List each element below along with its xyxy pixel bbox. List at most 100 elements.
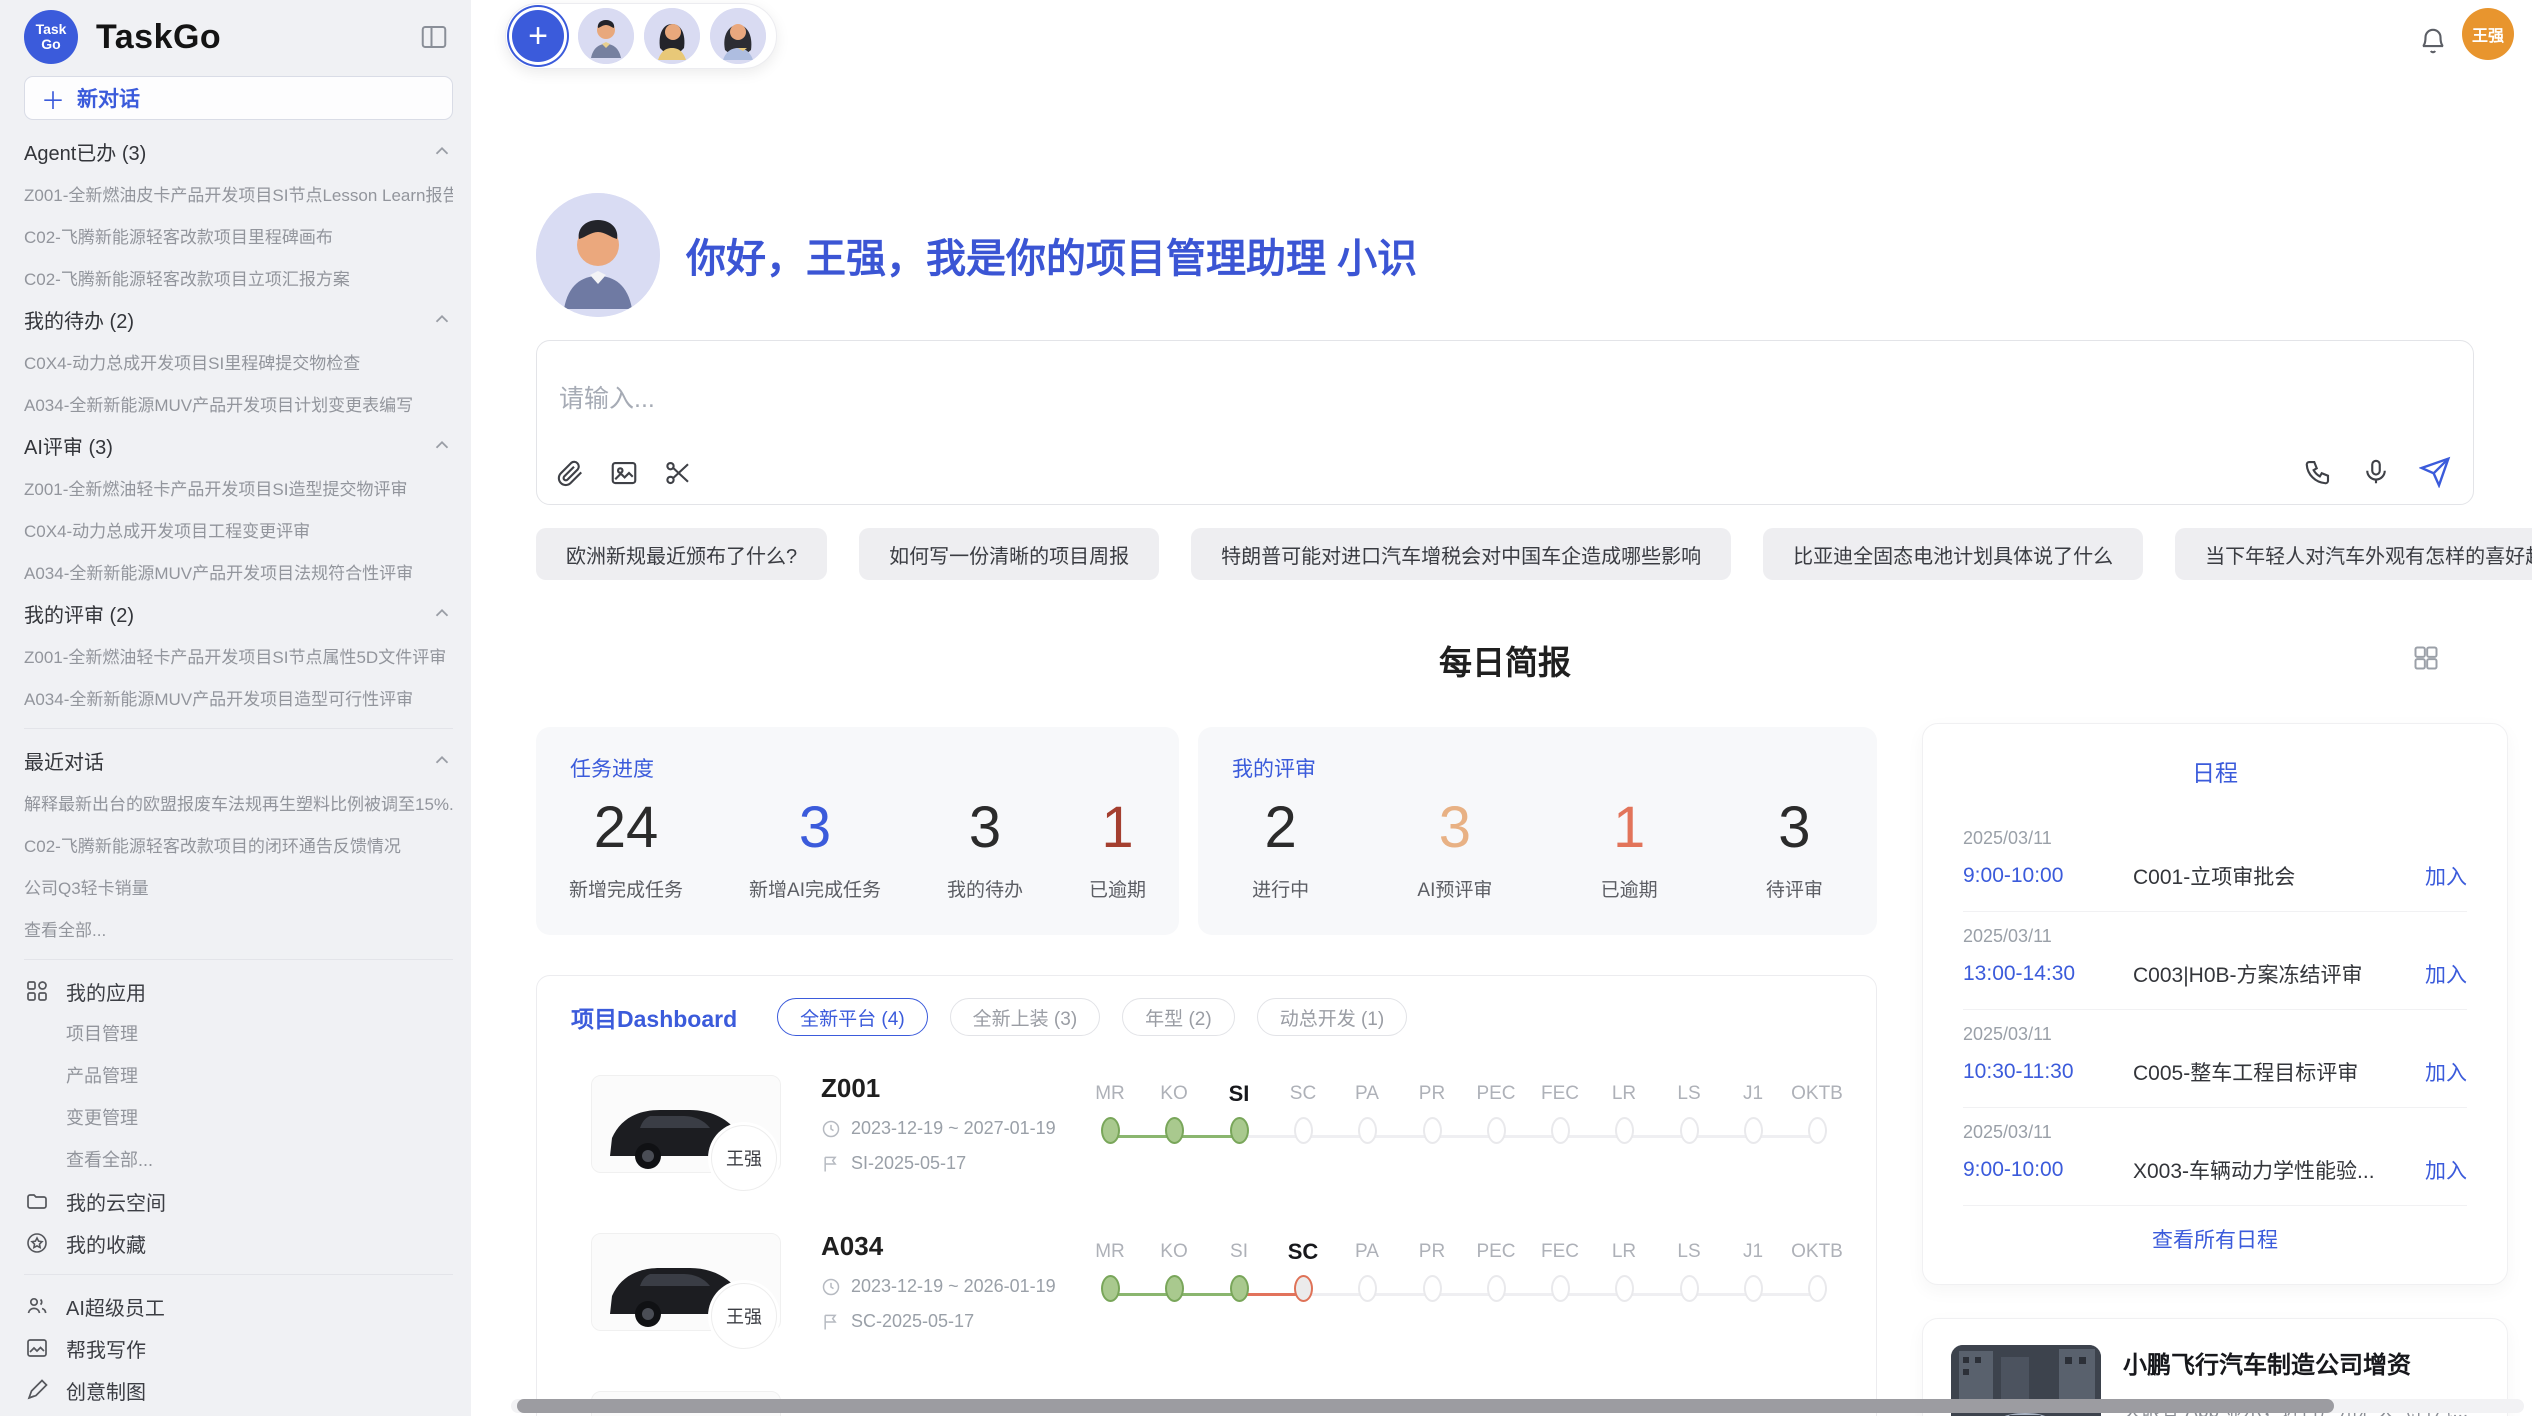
sidebar-item-creative-draw[interactable]: 创意制图 xyxy=(24,1369,453,1411)
list-item[interactable]: A034-全新新能源MUV产品开发项目法规符合性评审 xyxy=(24,550,453,592)
avatar[interactable] xyxy=(710,8,766,64)
sidebar-collapse-icon[interactable] xyxy=(419,22,449,52)
view-all-schedule-link[interactable]: 查看所有日程 xyxy=(1963,1224,2467,1254)
milestone-node[interactable] xyxy=(1294,1117,1313,1144)
flag-icon xyxy=(821,1154,841,1174)
project-row[interactable]: 王强 Z001 2023-12-19 ~ 2027-01-19 SI-2025-… xyxy=(591,1067,1871,1217)
milestone-node[interactable] xyxy=(1680,1117,1699,1144)
project-row[interactable]: 王强 A034 2023-12-19 ~ 2026-01-19 SC-2025-… xyxy=(591,1225,1871,1375)
tab-new-platform[interactable]: 全新平台 (4) xyxy=(777,998,928,1036)
list-item[interactable]: 公司Q3轻卡销量 xyxy=(24,865,453,907)
sidebar-item-ai-staff[interactable]: AI超级员工 xyxy=(24,1285,453,1327)
milestone-node[interactable] xyxy=(1680,1275,1699,1302)
scissors-icon[interactable] xyxy=(663,458,693,488)
sidebar-item-my-apps[interactable]: 我的应用 xyxy=(24,970,453,1012)
tab-model-year[interactable]: 年型 (2) xyxy=(1122,998,1235,1036)
cloud-space-label: 我的云空间 xyxy=(66,1187,166,1216)
milestone-node[interactable] xyxy=(1358,1117,1377,1144)
stat-my-todo: 3我的待办 xyxy=(947,789,1023,902)
milestone-node[interactable] xyxy=(1294,1275,1313,1302)
sidebar-item-project-mgmt[interactable]: 项目管理 xyxy=(24,1012,453,1054)
list-item[interactable]: C0X4-动力总成开发项目工程变更评审 xyxy=(24,508,453,550)
sidebar-item-help-write[interactable]: 帮我写作 xyxy=(24,1327,453,1369)
avatar[interactable] xyxy=(644,8,700,64)
milestone-node[interactable] xyxy=(1615,1275,1634,1302)
milestone-node[interactable] xyxy=(1230,1275,1249,1302)
milestone-node[interactable] xyxy=(1101,1117,1120,1144)
new-chat-button[interactable]: ＋ 新对话 xyxy=(24,76,453,120)
join-link[interactable]: 加入 xyxy=(2425,861,2467,891)
sidebar-item-cloud-space[interactable]: 我的云空间 xyxy=(24,1180,453,1222)
chevron-up-icon[interactable] xyxy=(431,140,453,162)
horizontal-scrollbar[interactable] xyxy=(511,1399,2524,1413)
milestone-node[interactable] xyxy=(1423,1117,1442,1144)
avatar[interactable] xyxy=(578,8,634,64)
milestone-node[interactable] xyxy=(1744,1117,1763,1144)
event-time: 9:00-10:00 xyxy=(1963,1158,2133,1182)
section-ai-review[interactable]: AI评审 (3) xyxy=(24,424,453,466)
scrollbar-thumb[interactable] xyxy=(517,1399,2334,1413)
suggestion-chip[interactable]: 特朗普可能对进口汽车增税会对中国车企造成哪些影响 xyxy=(1191,528,1731,580)
milestone-node[interactable] xyxy=(1101,1275,1120,1302)
section-my-todo[interactable]: 我的待办 (2) xyxy=(24,298,453,340)
chevron-up-icon[interactable] xyxy=(431,434,453,456)
chevron-up-icon[interactable] xyxy=(431,602,453,624)
schedule-card: 日程 2025/03/11 9:00-10:00 C001-立项审批会 加入 2… xyxy=(1922,723,2508,1285)
join-link[interactable]: 加入 xyxy=(2425,959,2467,989)
microphone-icon[interactable] xyxy=(2361,457,2391,487)
tab-powertrain[interactable]: 动总开发 (1) xyxy=(1257,998,1408,1036)
list-item[interactable]: Z001-全新燃油轻卡产品开发项目SI造型提交物评审 xyxy=(24,466,453,508)
list-item[interactable]: Z001-全新燃油皮卡产品开发项目SI节点Lesson Learn报告 xyxy=(24,172,453,214)
phone-icon[interactable] xyxy=(2303,457,2333,487)
view-all-chats[interactable]: 查看全部... xyxy=(24,907,453,949)
suggestion-chip[interactable]: 当下年轻人对汽车外观有怎样的喜好趋势 xyxy=(2175,528,2532,580)
suggestion-chip[interactable]: 如何写一份清晰的项目周报 xyxy=(859,528,1159,580)
milestone-node[interactable] xyxy=(1165,1275,1184,1302)
milestone-node[interactable] xyxy=(1165,1117,1184,1144)
list-item[interactable]: C0X4-动力总成开发项目SI里程碑提交物检查 xyxy=(24,340,453,382)
milestone-node[interactable] xyxy=(1808,1275,1827,1302)
milestone-node[interactable] xyxy=(1615,1117,1634,1144)
suggestion-chip[interactable]: 比亚迪全固态电池计划具体说了什么 xyxy=(1763,528,2143,580)
milestone-node[interactable] xyxy=(1487,1275,1506,1302)
layout-grid-icon[interactable] xyxy=(2412,644,2440,672)
list-item[interactable]: A034-全新新能源MUV产品开发项目计划变更表编写 xyxy=(24,382,453,424)
paperclip-icon[interactable] xyxy=(555,458,585,488)
suggestion-chip[interactable]: 欧洲新规最近颁布了什么? xyxy=(536,528,827,580)
view-all-apps[interactable]: 查看全部... xyxy=(24,1138,453,1180)
milestone-node[interactable] xyxy=(1551,1275,1570,1302)
schedule-event: 2025/03/11 9:00-10:00 X003-车辆动力学性能验... 加… xyxy=(1963,1108,2467,1206)
chat-input-card[interactable]: 请输入... xyxy=(536,340,2474,505)
milestone-node[interactable] xyxy=(1551,1117,1570,1144)
list-item[interactable]: C02-飞腾新能源轻客改款项目里程碑画布 xyxy=(24,214,453,256)
tab-new-body[interactable]: 全新上装 (3) xyxy=(950,998,1101,1036)
send-icon[interactable] xyxy=(2419,456,2451,488)
list-item[interactable]: Z001-全新燃油轻卡产品开发项目SI节点属性5D文件评审 xyxy=(24,634,453,676)
notifications-bell-icon[interactable] xyxy=(2418,26,2448,56)
milestone-node[interactable] xyxy=(1808,1117,1827,1144)
logo-line1: Task xyxy=(36,22,67,37)
user-avatar[interactable]: 王强 xyxy=(2462,8,2514,60)
join-link[interactable]: 加入 xyxy=(2425,1155,2467,1185)
milestone-node[interactable] xyxy=(1230,1117,1249,1144)
image-icon[interactable] xyxy=(609,458,639,488)
sidebar-item-product-mgmt[interactable]: 产品管理 xyxy=(24,1054,453,1096)
list-item[interactable]: A034-全新新能源MUV产品开发项目造型可行性评审 xyxy=(24,676,453,718)
chevron-up-icon[interactable] xyxy=(431,749,453,771)
milestone-node[interactable] xyxy=(1487,1117,1506,1144)
section-recent-chats[interactable]: 最近对话 xyxy=(24,739,453,781)
sidebar-item-change-mgmt[interactable]: 变更管理 xyxy=(24,1096,453,1138)
join-link[interactable]: 加入 xyxy=(2425,1057,2467,1087)
apps-grid-icon xyxy=(24,979,50,1003)
milestone-node[interactable] xyxy=(1744,1275,1763,1302)
milestone-node[interactable] xyxy=(1423,1275,1442,1302)
list-item[interactable]: 解释最新出台的欧盟报废车法规再生塑料比例被调至15%... xyxy=(24,781,453,823)
section-agent-done[interactable]: Agent已办 (3) xyxy=(24,130,453,172)
list-item[interactable]: C02-飞腾新能源轻客改款项目立项汇报方案 xyxy=(24,256,453,298)
list-item[interactable]: C02-飞腾新能源轻客改款项目的闭环通告反馈情况 xyxy=(24,823,453,865)
add-workspace-button[interactable]: + xyxy=(512,10,564,62)
section-my-review[interactable]: 我的评审 (2) xyxy=(24,592,453,634)
sidebar-item-favorites[interactable]: 我的收藏 xyxy=(24,1222,453,1264)
chevron-up-icon[interactable] xyxy=(431,308,453,330)
milestone-node[interactable] xyxy=(1358,1275,1377,1302)
